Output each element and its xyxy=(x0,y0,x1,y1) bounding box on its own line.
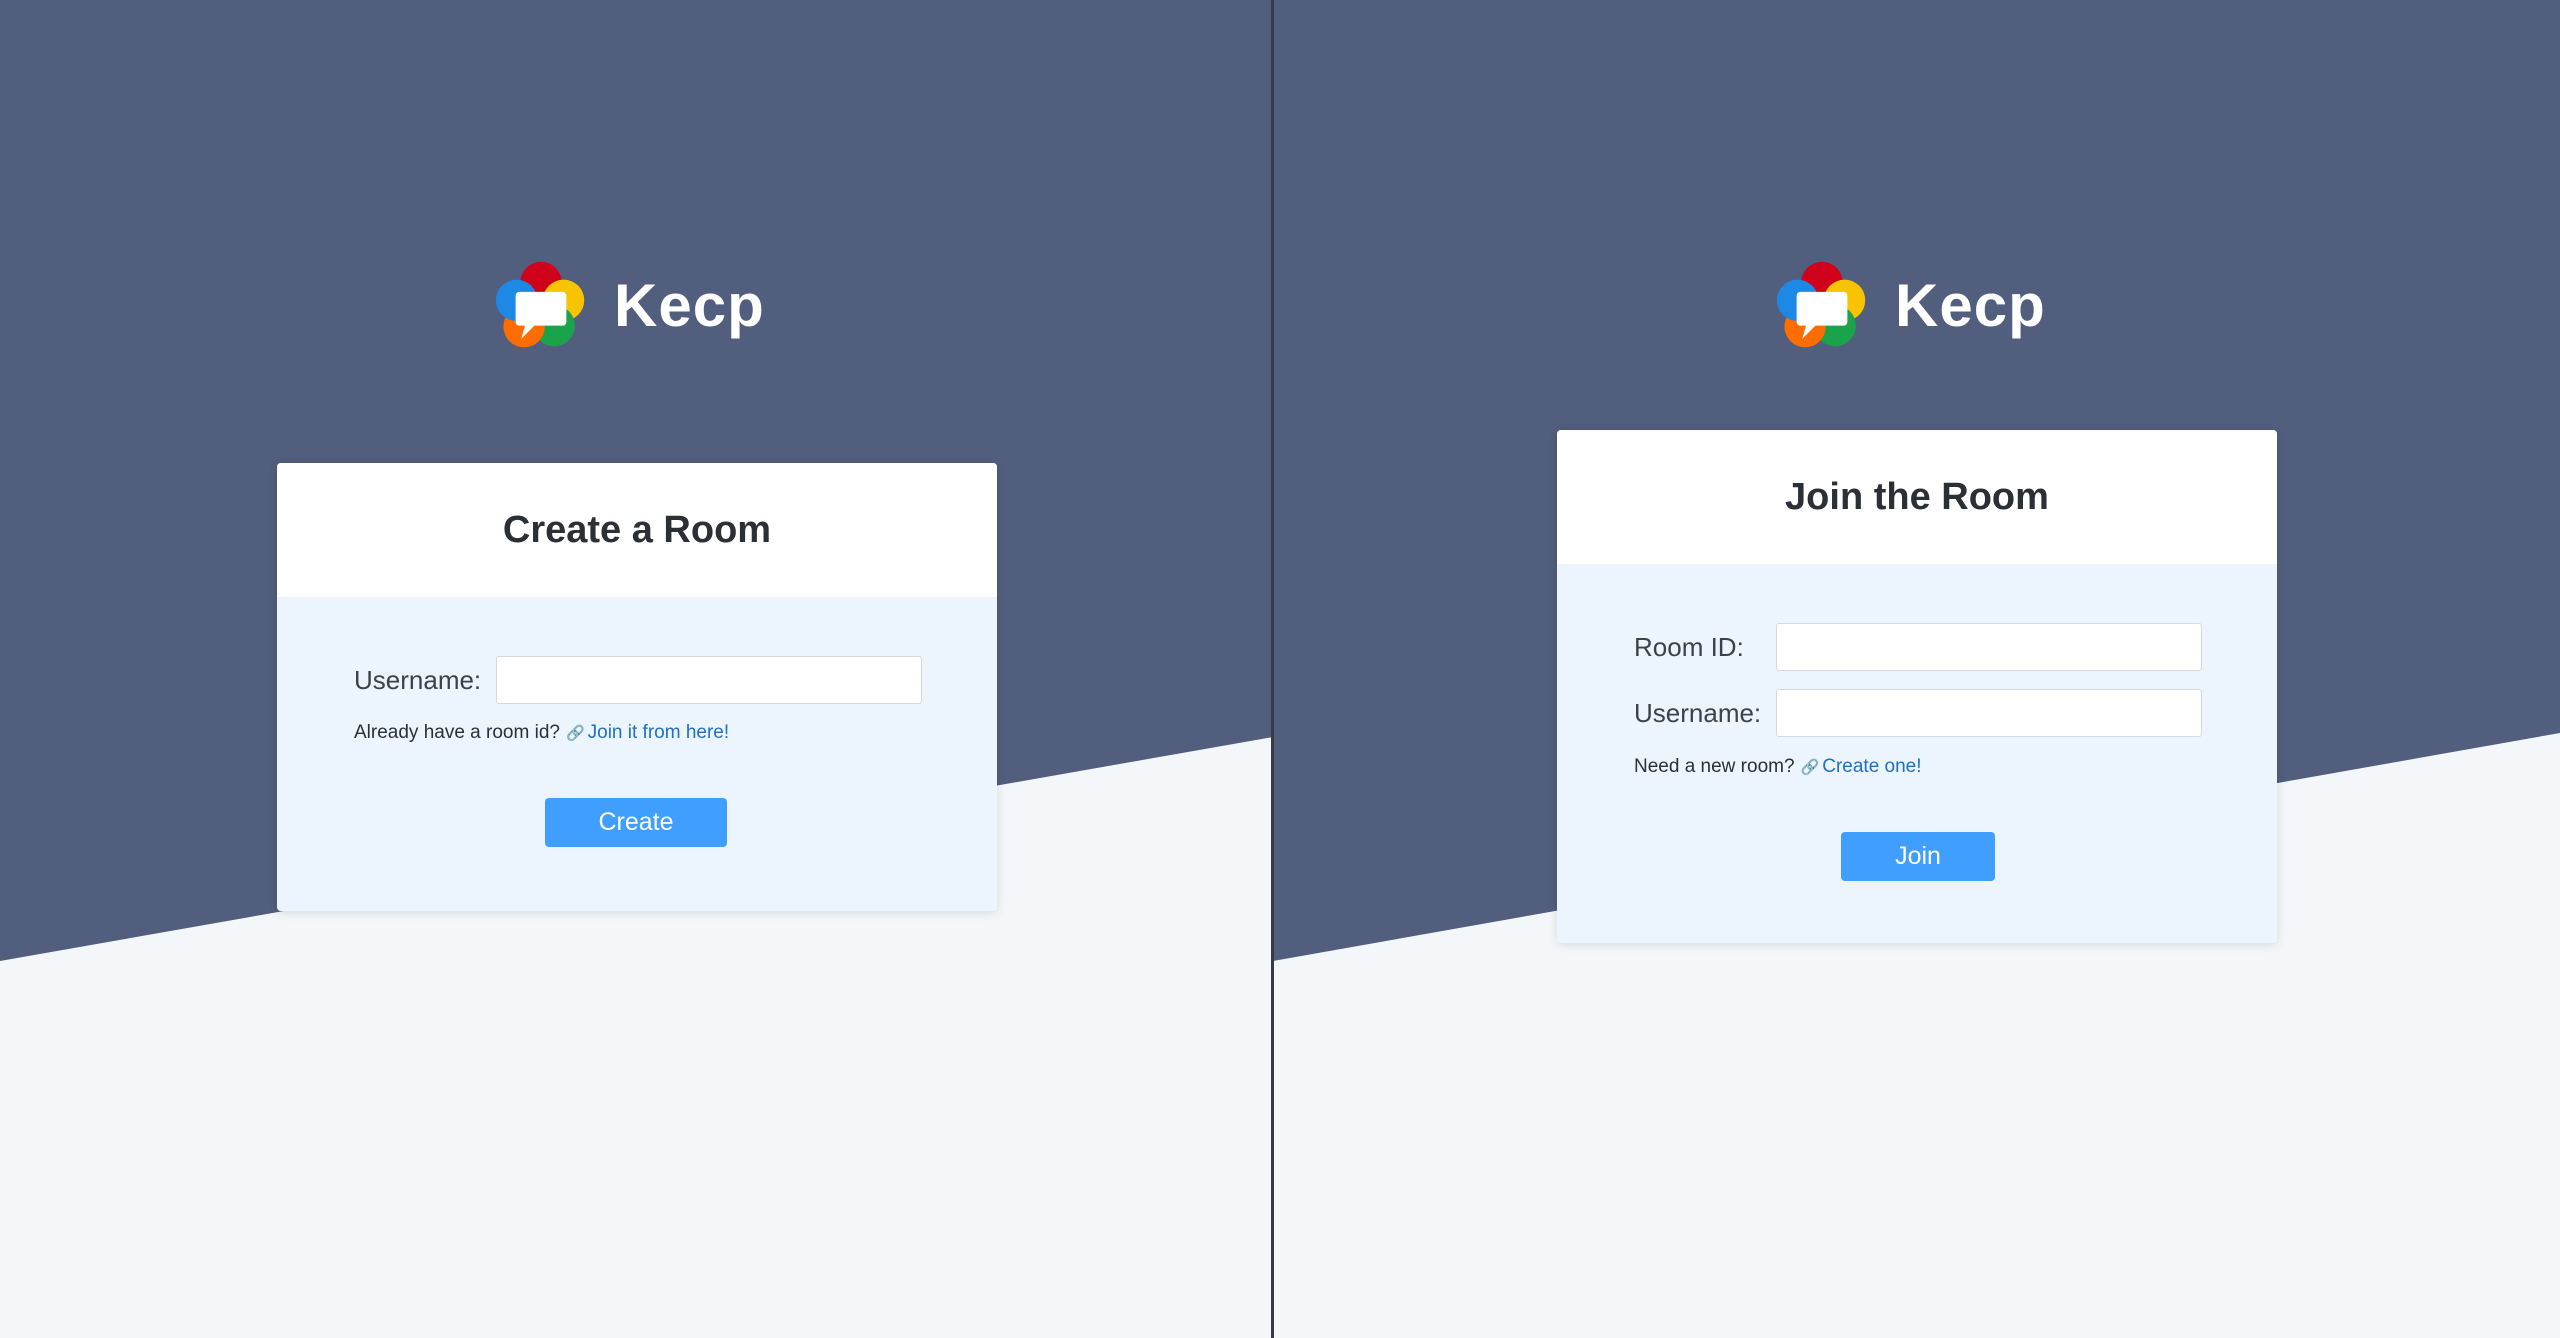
brand-name: Kecp xyxy=(614,271,765,339)
create-hint-text: Need a new room? xyxy=(1634,756,1795,777)
brand-logo: Kecp xyxy=(1775,258,2046,352)
username-label: Username: xyxy=(354,664,482,695)
create-room-card: Create a Room Username: Already have a r… xyxy=(277,463,997,911)
create-room-page: Kecp Create a Room Username: Already hav… xyxy=(0,0,1273,1338)
speech-bubble-flower-logo-icon xyxy=(495,261,585,348)
create-room-link-text: Create one! xyxy=(1822,756,1922,777)
create-button[interactable]: Create xyxy=(545,798,727,847)
join-room-form: Room ID: Username: Need a new room? 🔗 Cr… xyxy=(1557,564,2277,943)
join-room-page: Kecp Join the Room Room ID: Username: Ne… xyxy=(1273,0,2560,1338)
join-hint-text: Already have a room id? xyxy=(354,722,560,743)
card-header: Join the Room xyxy=(1557,430,2277,564)
brand-logo: Kecp xyxy=(494,258,765,352)
speech-bubble-flower-logo-icon xyxy=(1776,261,1866,348)
brand-name: Kecp xyxy=(1895,271,2046,339)
card-header: Create a Room xyxy=(277,463,997,597)
join-room-link[interactable]: 🔗 Join it from here! xyxy=(566,722,729,744)
create-room-form: Username: Already have a room id? 🔗 Join… xyxy=(277,597,997,911)
page: Kecp Create a Room Username: Already hav… xyxy=(0,0,2560,1338)
join-button[interactable]: Join xyxy=(1841,832,1995,881)
card-title: Create a Room xyxy=(502,508,772,551)
join-room-link-text: Join it from here! xyxy=(587,722,730,743)
room-id-input[interactable] xyxy=(1776,623,2202,671)
link-icon: 🔗 xyxy=(565,725,585,742)
create-hint: Need a new room? 🔗 Create one! xyxy=(1634,756,1922,778)
room-id-row: Room ID: xyxy=(1634,623,2202,671)
username-row: Username: xyxy=(354,656,922,704)
panel-divider xyxy=(1271,0,1274,1338)
room-id-label: Room ID: xyxy=(1634,631,1744,662)
username-label: Username: xyxy=(1634,697,1762,728)
username-input[interactable] xyxy=(496,656,922,704)
username-input[interactable] xyxy=(1776,689,2202,737)
create-room-link[interactable]: 🔗 Create one! xyxy=(1801,756,1922,778)
join-hint: Already have a room id? 🔗 Join it from h… xyxy=(354,722,729,744)
username-row: Username: xyxy=(1634,689,2202,737)
join-room-card: Join the Room Room ID: Username: Need a … xyxy=(1557,430,2277,943)
card-title: Join the Room xyxy=(1785,475,2049,518)
link-icon: 🔗 xyxy=(1800,759,1820,776)
